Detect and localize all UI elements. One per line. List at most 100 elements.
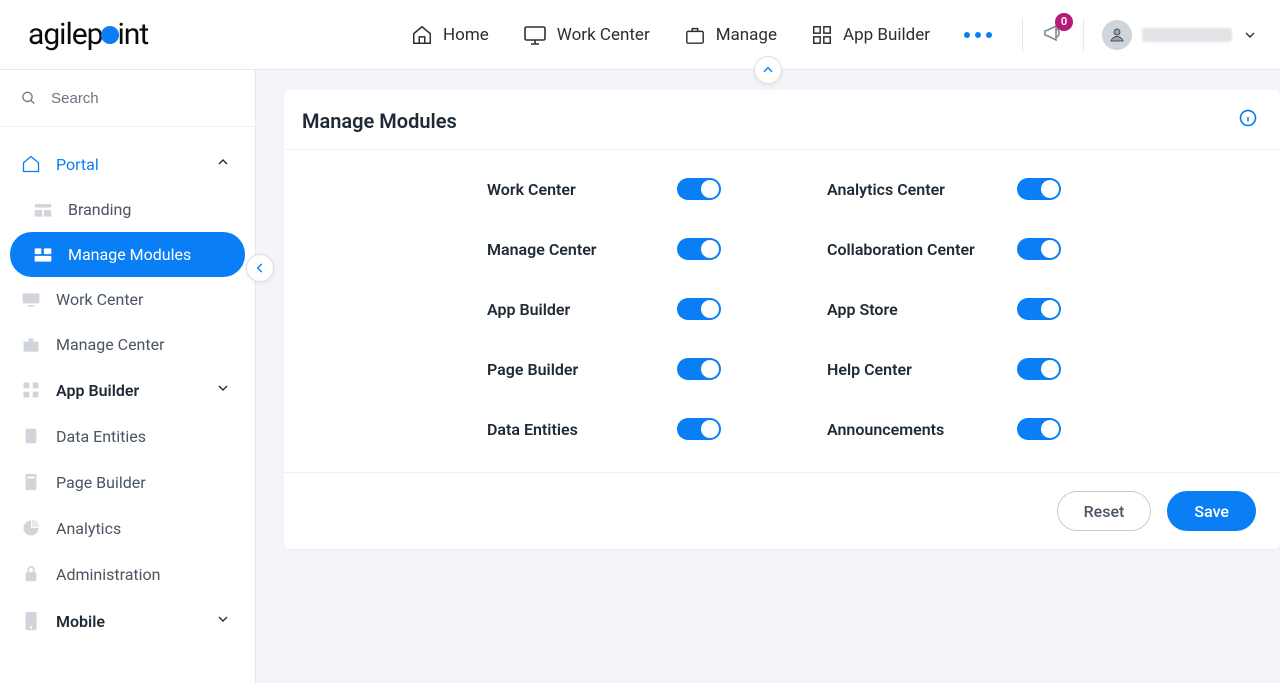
sidebar-item-label: Manage Center (56, 335, 165, 354)
briefcase-icon (20, 336, 42, 354)
module-label: Announcements (827, 420, 1017, 439)
sidebar-item-work-center[interactable]: Work Center (10, 277, 245, 322)
toggle-analytics-center[interactable] (1017, 178, 1061, 200)
brand-dot-icon (101, 26, 119, 44)
sidebar-item-label: Branding (68, 200, 131, 219)
nav-work-center-label: Work Center (557, 25, 650, 45)
toggle-collaboration-center[interactable] (1017, 238, 1061, 260)
nav-manage[interactable]: Manage (684, 25, 777, 45)
user-name (1142, 28, 1232, 42)
top-bar: agilep int Home Work Center Manage App B… (0, 0, 1280, 70)
toggle-manage-center[interactable] (677, 238, 721, 260)
module-label: Help Center (827, 360, 1017, 379)
nav-work-center[interactable]: Work Center (523, 25, 650, 45)
briefcase-icon (684, 25, 706, 45)
database-icon (20, 426, 42, 446)
collapse-sidebar-button[interactable] (246, 254, 274, 282)
module-label: Analytics Center (827, 180, 1017, 199)
grid-icon (20, 380, 42, 400)
content-area: Manage Modules Work Center Analytics Cen… (256, 70, 1280, 683)
sidebar-item-label: App Builder (56, 381, 139, 400)
sidebar-item-branding[interactable]: Branding (10, 187, 245, 232)
nav-home[interactable]: Home (411, 24, 489, 46)
sidebar-item-manage-center[interactable]: Manage Center (10, 322, 245, 367)
sidebar-item-label: Mobile (56, 612, 105, 631)
sidebar-item-data-entities[interactable]: Data Entities (10, 413, 245, 459)
divider (1022, 18, 1023, 52)
panel-body: Work Center Analytics Center Manage Cent… (284, 150, 1280, 472)
sidebar-item-label: Page Builder (56, 473, 146, 492)
top-right: 0 (1022, 18, 1258, 52)
page-icon (20, 472, 42, 492)
sidebar-search[interactable] (0, 70, 255, 127)
save-button[interactable]: Save (1167, 491, 1256, 531)
nav-home-label: Home (443, 25, 489, 45)
user-menu[interactable] (1102, 20, 1258, 50)
avatar (1102, 20, 1132, 50)
pie-chart-icon (20, 518, 42, 538)
top-nav: Home Work Center Manage App Builder (411, 24, 992, 46)
module-label: App Builder (487, 300, 677, 319)
sidebar-item-manage-modules[interactable]: Manage Modules (10, 232, 245, 277)
toggle-data-entities[interactable] (677, 418, 721, 440)
module-label: Data Entities (487, 420, 677, 439)
sidebar-item-app-builder[interactable]: App Builder (10, 367, 245, 413)
home-icon (411, 24, 433, 46)
divider (1083, 18, 1084, 52)
brand-text-2: int (118, 17, 149, 52)
sidebar-item-portal[interactable]: Portal (10, 141, 245, 187)
toggle-help-center[interactable] (1017, 358, 1061, 380)
reset-button-label: Reset (1084, 502, 1125, 521)
monitor-icon (523, 25, 547, 45)
module-label: Manage Center (487, 240, 677, 259)
chevron-left-icon (253, 261, 267, 275)
sidebar-item-label: Portal (56, 155, 99, 174)
sidebar-item-label: Data Entities (56, 427, 146, 446)
chevron-up-icon (761, 63, 775, 77)
mobile-icon (20, 610, 42, 632)
brand-logo: agilep int (28, 17, 148, 52)
monitor-icon (20, 291, 42, 309)
module-label: Work Center (487, 180, 677, 199)
toggle-app-store[interactable] (1017, 298, 1061, 320)
module-label: Collaboration Center (827, 240, 1017, 259)
toggle-announcements[interactable] (1017, 418, 1061, 440)
sidebar-item-mobile[interactable]: Mobile (10, 597, 245, 645)
person-icon (1108, 26, 1126, 44)
sidebar-item-administration[interactable]: Administration (10, 551, 245, 597)
sidebar-item-label: Analytics (56, 519, 121, 538)
modules-icon (32, 246, 54, 264)
layout-icon (32, 201, 54, 219)
module-label: Page Builder (487, 360, 677, 379)
collapse-top-button[interactable] (754, 56, 782, 84)
grid-icon (811, 24, 833, 46)
nav-app-builder[interactable]: App Builder (811, 24, 930, 46)
brand-text-1: agilep (28, 17, 103, 52)
search-input[interactable] (51, 90, 237, 107)
sidebar-item-label: Work Center (56, 290, 143, 309)
toggle-work-center[interactable] (677, 178, 721, 200)
panel-header: Manage Modules (284, 90, 1280, 150)
lock-icon (20, 564, 42, 584)
search-icon (20, 88, 37, 108)
chevron-down-icon (215, 380, 231, 400)
chevron-down-icon (215, 611, 231, 631)
sidebar-item-label: Manage Modules (68, 245, 191, 264)
home-outline-icon (20, 154, 42, 174)
chevron-up-icon (215, 154, 231, 174)
module-label: App Store (827, 300, 1017, 319)
toggle-page-builder[interactable] (677, 358, 721, 380)
reset-button[interactable]: Reset (1057, 491, 1152, 531)
notifications-button[interactable]: 0 (1041, 21, 1065, 49)
sidebar-item-page-builder[interactable]: Page Builder (10, 459, 245, 505)
manage-modules-panel: Manage Modules Work Center Analytics Cen… (284, 90, 1280, 549)
chevron-down-icon (1242, 27, 1258, 43)
toggle-app-builder[interactable] (677, 298, 721, 320)
nav-app-builder-label: App Builder (843, 25, 930, 45)
save-button-label: Save (1194, 502, 1229, 521)
nav-more-button[interactable] (964, 32, 992, 38)
info-button[interactable] (1238, 108, 1258, 133)
sidebar-item-label: Administration (56, 565, 161, 584)
sidebar-item-analytics[interactable]: Analytics (10, 505, 245, 551)
panel-footer: Reset Save (284, 472, 1280, 549)
